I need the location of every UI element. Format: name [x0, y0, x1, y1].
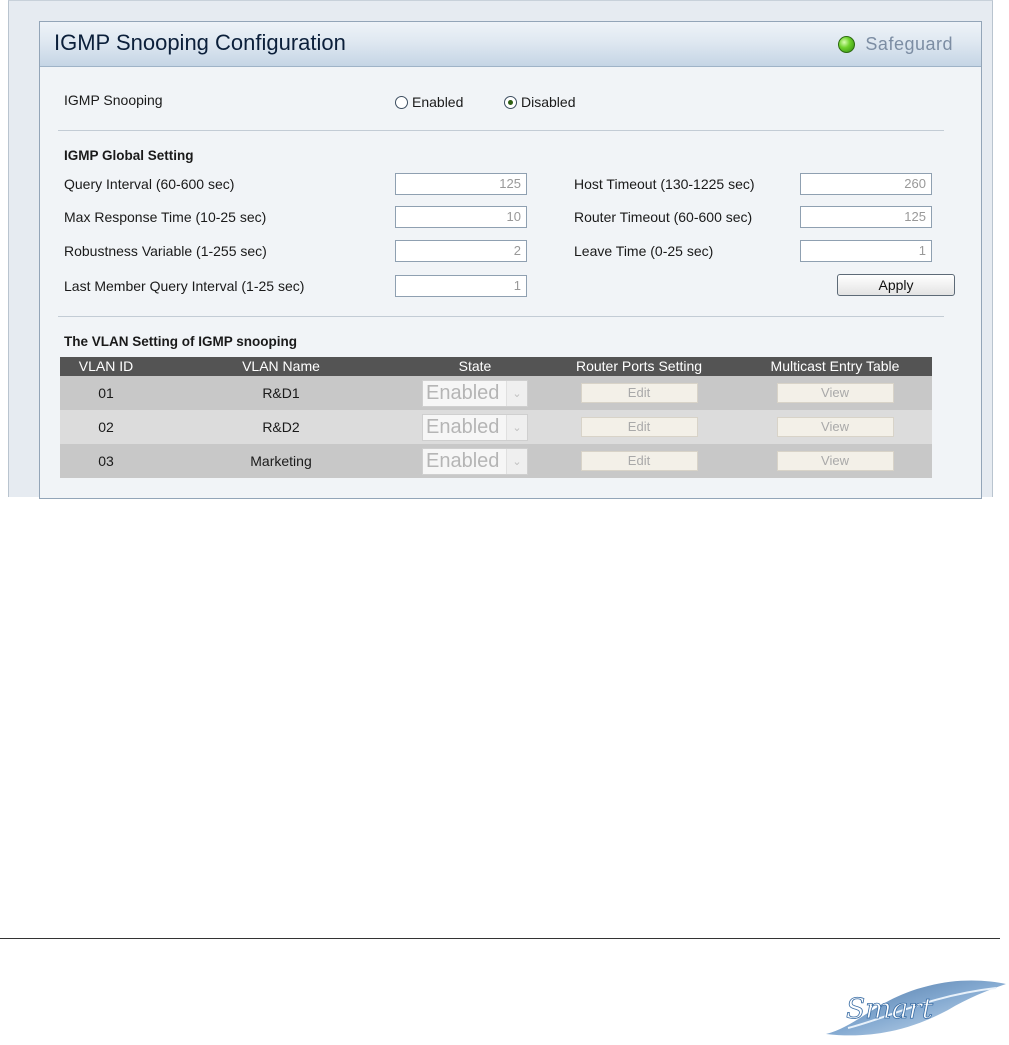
- leave-time-input[interactable]: 1: [800, 240, 932, 262]
- last-member-query-input[interactable]: 1: [395, 275, 527, 297]
- apply-button[interactable]: Apply: [837, 274, 955, 296]
- window-frame: IGMP Snooping Configuration Safeguard IG…: [8, 0, 993, 499]
- safeguard-label: Safeguard: [865, 33, 953, 54]
- status-led-icon: [838, 35, 856, 53]
- robustness-variable-input[interactable]: 2: [395, 240, 527, 262]
- igmp-enabled-radio[interactable]: Enabled: [395, 94, 463, 110]
- chevron-down-icon[interactable]: ⌄: [506, 414, 527, 440]
- radio-checked-icon[interactable]: [504, 95, 517, 109]
- table-header: VLAN ID VLAN Name State Router Ports Set…: [60, 357, 932, 376]
- vlan-table: VLAN ID VLAN Name State Router Ports Set…: [60, 357, 932, 478]
- state-value: Enabled: [426, 449, 500, 472]
- edit-router-ports-button[interactable]: Edit: [580, 417, 698, 437]
- router-timeout-input[interactable]: 125: [800, 206, 932, 228]
- footer-divider: [0, 938, 1000, 939]
- igmp-snooping-label: IGMP Snooping: [64, 92, 163, 108]
- robustness-variable-label: Robustness Variable (1-255 sec): [64, 243, 267, 259]
- panel-titlebar: IGMP Snooping Configuration Safeguard: [40, 22, 981, 67]
- edit-router-ports-button[interactable]: Edit: [580, 451, 698, 471]
- divider: [58, 130, 944, 131]
- host-timeout-input[interactable]: 260: [800, 173, 932, 195]
- col-router-ports: Router Ports Setting: [575, 358, 703, 374]
- view-multicast-button[interactable]: View: [776, 383, 894, 403]
- max-response-time-label: Max Response Time (10-25 sec): [64, 209, 267, 225]
- config-panel: IGMP Snooping Configuration Safeguard IG…: [39, 21, 982, 499]
- safeguard-indicator: Safeguard: [838, 33, 953, 55]
- radio-unchecked-icon[interactable]: [395, 95, 408, 109]
- view-multicast-button[interactable]: View: [776, 451, 894, 471]
- divider: [58, 316, 944, 317]
- state-value: Enabled: [426, 381, 500, 404]
- col-state: State: [458, 358, 492, 374]
- max-response-time-input[interactable]: 10: [395, 206, 527, 228]
- igmp-disabled-label: Disabled: [521, 94, 576, 110]
- col-multicast-entry: Multicast Entry Table: [770, 358, 900, 374]
- vlan-id-cell: 03: [98, 453, 114, 469]
- router-timeout-label: Router Timeout (60-600 sec): [574, 209, 753, 225]
- col-vlan-id: VLAN ID: [78, 358, 134, 374]
- state-select[interactable]: Enabled ⌄: [422, 379, 528, 407]
- vlan-id-cell: 01: [98, 385, 114, 401]
- smart-logo: Smart: [826, 980, 1006, 1036]
- last-member-query-label: Last Member Query Interval (1-25 sec): [64, 278, 305, 294]
- vlan-name-cell: R&D2: [262, 419, 300, 435]
- igmp-enabled-label: Enabled: [412, 94, 464, 110]
- chevron-down-icon[interactable]: ⌄: [506, 380, 527, 406]
- view-multicast-button[interactable]: View: [776, 417, 894, 437]
- state-select[interactable]: Enabled ⌄: [422, 447, 528, 475]
- chevron-down-icon[interactable]: ⌄: [506, 448, 527, 474]
- vlan-setting-heading: The VLAN Setting of IGMP snooping: [64, 334, 297, 349]
- vlan-id-cell: 02: [98, 419, 114, 435]
- table-row: 02 R&D2 Enabled ⌄ Edit View: [60, 410, 932, 444]
- query-interval-label: Query Interval (60-600 sec): [64, 176, 235, 192]
- state-select[interactable]: Enabled ⌄: [422, 413, 528, 441]
- host-timeout-label: Host Timeout (130-1225 sec): [574, 176, 755, 192]
- logo-text: Smart: [846, 992, 934, 1025]
- edit-router-ports-button[interactable]: Edit: [580, 383, 698, 403]
- state-value: Enabled: [426, 415, 500, 438]
- leave-time-label: Leave Time (0-25 sec): [574, 243, 714, 259]
- global-setting-heading: IGMP Global Setting: [64, 148, 194, 163]
- table-row: 03 Marketing Enabled ⌄ Edit View: [60, 444, 932, 478]
- igmp-disabled-radio[interactable]: Disabled: [504, 94, 575, 110]
- vlan-name-cell: R&D1: [262, 385, 300, 401]
- col-vlan-name: VLAN Name: [242, 358, 320, 374]
- page-title: IGMP Snooping Configuration: [54, 30, 346, 55]
- table-row: 01 R&D1 Enabled ⌄ Edit View: [60, 376, 932, 410]
- vlan-name-cell: Marketing: [250, 453, 312, 469]
- query-interval-input[interactable]: 125: [395, 173, 527, 195]
